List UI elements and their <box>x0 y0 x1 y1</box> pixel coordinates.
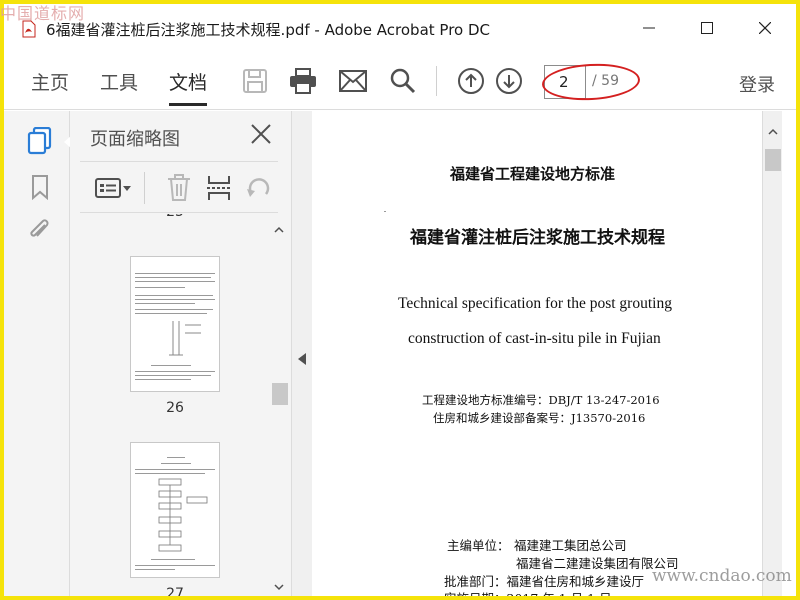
attachment-icon[interactable] <box>26 217 54 245</box>
thumbnail-options-icon[interactable] <box>94 174 134 202</box>
acrobat-window: 6福建省灌注桩后注浆施工技术规程.pdf - Adobe Acrobat Pro… <box>4 4 796 596</box>
doc-header: 福建省工程建设地方标准 <box>450 165 616 183</box>
page-up-icon[interactable] <box>456 66 486 96</box>
tab-tools[interactable]: 工具 <box>100 68 138 95</box>
thumbnail-page-26[interactable] <box>130 256 220 392</box>
doc-record-number: 住房和城乡建设部备案号：J13570-2016 <box>433 411 646 425</box>
document-view[interactable]: 福建省工程建设地方标准 福建省灌注桩后注浆施工技术规程 Technical sp… <box>312 111 762 596</box>
doc-en-title-line1: Technical specification for the post gro… <box>398 295 672 312</box>
scroll-down-icon[interactable] <box>270 578 288 596</box>
minimize-button[interactable] <box>626 12 672 44</box>
panel-collapse-strip[interactable] <box>292 111 312 596</box>
document-scrollbar[interactable] <box>762 111 782 596</box>
doc-editor-label: 主编单位： <box>447 538 510 553</box>
tab-home[interactable]: 主页 <box>31 68 69 95</box>
thumbnail-panel: 页面缩略图 25 <box>70 111 292 596</box>
bookmark-icon[interactable] <box>26 173 54 201</box>
panel-title: 页面缩略图 <box>90 129 180 150</box>
title-bar: 6福建省灌注桩后注浆施工技术规程.pdf - Adobe Acrobat Pro… <box>4 4 796 52</box>
doc-scroll-thumb[interactable] <box>765 149 781 171</box>
thumbnail-list: 25 <box>80 214 270 596</box>
mail-icon[interactable] <box>338 66 368 96</box>
watermark-top: 中国道标网 <box>0 4 86 23</box>
main-toolbar: 主页 工具 文档 2 / 59 登录 <box>4 52 796 110</box>
doc-en-title-line2: construction of cast-in-situ pile in Fuj… <box>408 330 661 347</box>
split-page-icon[interactable] <box>204 174 234 202</box>
left-icon-rail <box>4 111 72 596</box>
rotate-page-icon[interactable] <box>244 174 274 202</box>
maximize-icon <box>701 22 713 34</box>
close-icon <box>759 22 771 34</box>
doc-impl-date: 实施日期：2017 年 1 月 1 日 <box>444 588 612 596</box>
panel-toolbar-divider <box>144 172 145 204</box>
search-icon[interactable] <box>388 66 418 96</box>
collapse-arrow-icon[interactable] <box>298 353 306 365</box>
close-button[interactable] <box>742 12 788 44</box>
thumbnail-flowchart-icon <box>158 478 208 552</box>
maximize-button[interactable] <box>684 12 730 44</box>
toolbar-divider <box>436 66 437 96</box>
thumbnail-diagram-icon <box>169 321 201 356</box>
thumbnail-label-partial: 25 <box>80 214 270 220</box>
tab-document[interactable]: 文档 <box>169 68 208 106</box>
doc-standard-number: 工程建设地方标准编号：DBJ/T 13-247-2016 <box>422 393 660 407</box>
thumbnail-label-26: 26 <box>166 400 184 416</box>
login-link[interactable]: 登录 <box>739 71 775 97</box>
page-down-icon[interactable] <box>494 66 524 96</box>
thumbnail-toolbar <box>80 161 278 213</box>
thumbnail-label-27: 27 <box>166 586 184 596</box>
delete-page-icon[interactable] <box>164 174 194 202</box>
scroll-up-icon[interactable] <box>270 221 288 239</box>
panel-close-icon[interactable] <box>250 123 274 147</box>
doc-title: 福建省灌注桩后注浆施工技术规程 <box>410 228 665 248</box>
page-thumbnails-icon[interactable] <box>26 127 54 155</box>
minimize-icon <box>643 27 655 29</box>
window-title: 6福建省灌注桩后注浆施工技术规程.pdf - Adobe Acrobat Pro… <box>46 21 491 39</box>
watermark-bottom: www.cndao.com <box>652 566 792 586</box>
thumbnail-scroll-thumb[interactable] <box>272 383 288 405</box>
doc-dot <box>384 211 386 212</box>
doc-editor-1: 福建建工集团总公司 <box>514 538 627 553</box>
save-icon[interactable] <box>240 66 270 96</box>
doc-scroll-up-icon[interactable] <box>764 123 782 141</box>
thumbnail-scrollbar[interactable] <box>270 221 288 596</box>
print-icon[interactable] <box>288 66 318 96</box>
thumbnail-page-27[interactable] <box>130 442 220 578</box>
